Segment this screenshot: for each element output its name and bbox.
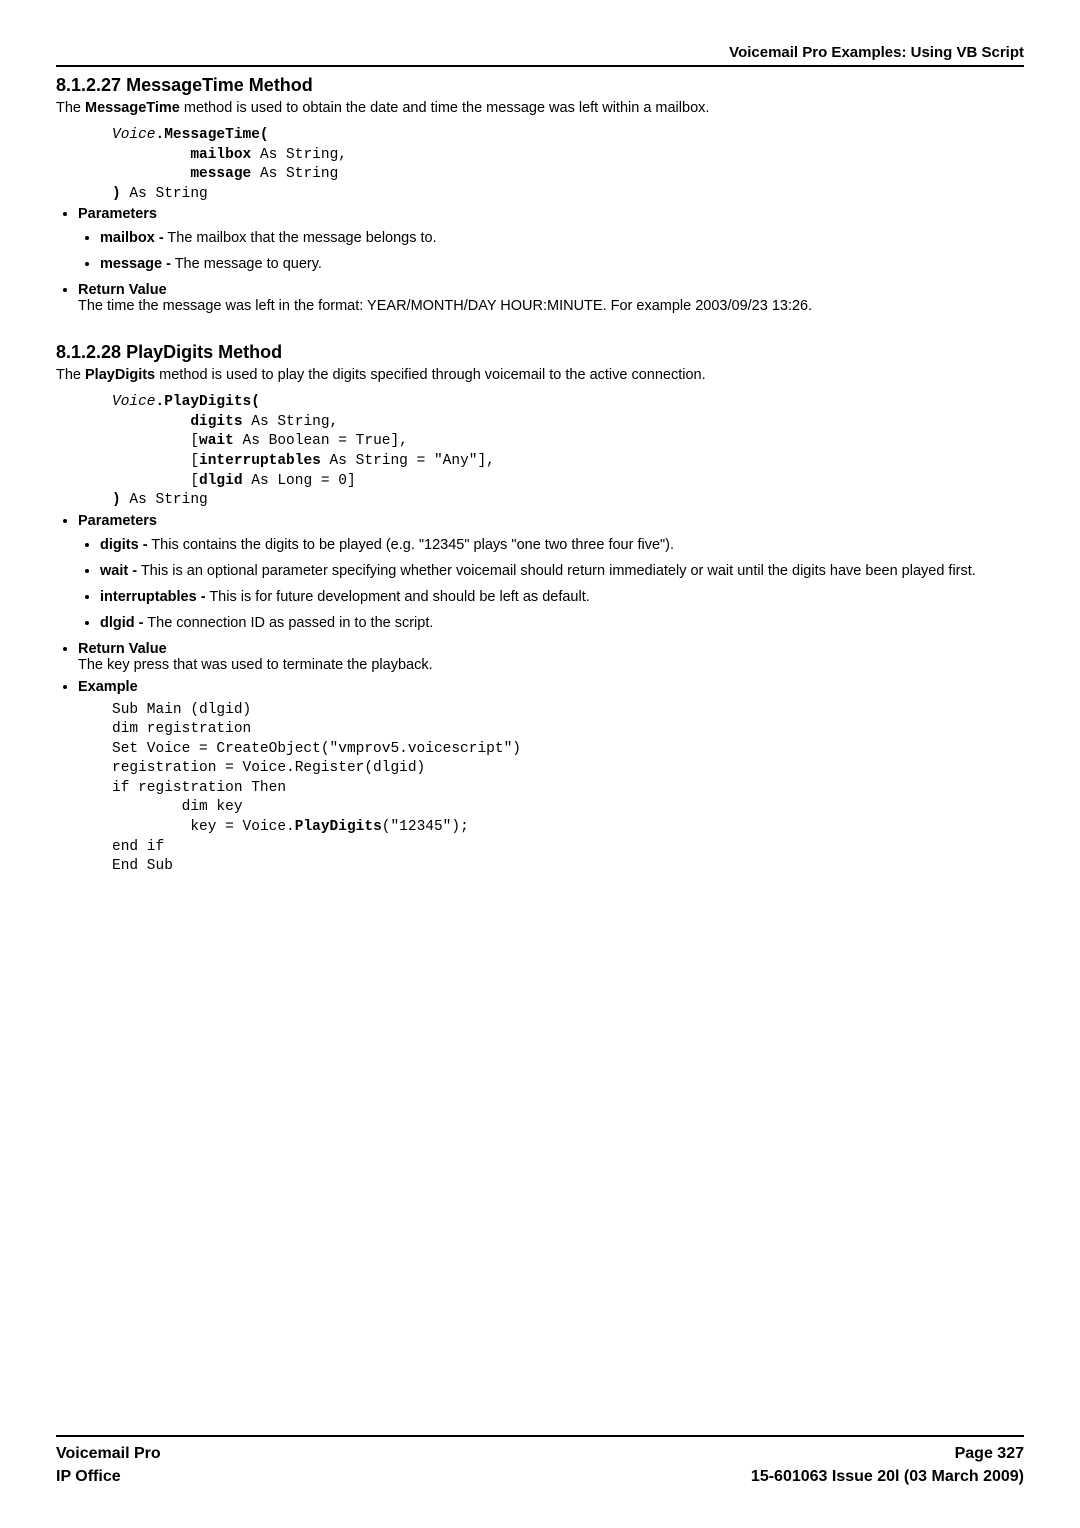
code-line: end if bbox=[112, 839, 164, 855]
code-bold: mailbox bbox=[190, 147, 251, 163]
top-rule bbox=[56, 65, 1024, 67]
param-interruptables: interruptables - This is for future deve… bbox=[100, 589, 1024, 605]
section-title-messagetime: 8.1.2.27 MessageTime Method bbox=[56, 75, 1024, 96]
code-line: registration = Voice.Register(dlgid) bbox=[112, 760, 425, 776]
return-text: The time the message was left in the for… bbox=[78, 298, 812, 314]
code-messagetime: Voice.MessageTime( mailbox As String, me… bbox=[112, 126, 1024, 204]
code-text: [ bbox=[190, 433, 199, 449]
code-text: As String bbox=[121, 492, 208, 508]
code-text: key = Voice. bbox=[182, 819, 295, 835]
bottom-rule bbox=[56, 1435, 1024, 1437]
running-head: Voicemail Pro Examples: Using VB Script bbox=[56, 44, 1024, 61]
param-desc: This contains the digits to be played (e… bbox=[148, 537, 675, 553]
code-text: As String, bbox=[243, 414, 339, 430]
label: Parameters bbox=[78, 513, 157, 529]
param-message: message - The message to query. bbox=[100, 256, 1024, 272]
code-text: As String = "Any"], bbox=[321, 453, 495, 469]
text: The bbox=[56, 100, 85, 116]
code-bold: dlgid bbox=[199, 473, 243, 489]
text: The bbox=[56, 367, 85, 383]
page-footer: Voicemail Pro Page 327 IP Office 15-6010… bbox=[56, 1435, 1024, 1488]
code-bold: ) bbox=[112, 492, 121, 508]
section-title-playdigits: 8.1.2.28 PlayDigits Method bbox=[56, 342, 1024, 363]
code-example: Sub Main (dlgid) dim registration Set Vo… bbox=[112, 701, 1024, 877]
text: method is used to play the digits specif… bbox=[155, 367, 706, 383]
return-value-heading: Return Value The key press that was used… bbox=[78, 641, 1024, 673]
param-mailbox: mailbox - The mailbox that the message b… bbox=[100, 230, 1024, 246]
footer-left-1: Voicemail Pro bbox=[56, 1443, 161, 1465]
parameters-heading: Parameters mailbox - The mailbox that th… bbox=[78, 206, 1024, 272]
param-name: digits - bbox=[100, 537, 148, 553]
code-bold: .PlayDigits( bbox=[156, 394, 260, 410]
section2-lead: The PlayDigits method is used to play th… bbox=[56, 367, 1024, 383]
param-dlgid: dlgid - The connection ID as passed in t… bbox=[100, 615, 1024, 631]
param-wait: wait - This is an optional parameter spe… bbox=[100, 563, 1024, 579]
param-name: interruptables - bbox=[100, 589, 206, 605]
code-bold: message bbox=[190, 166, 251, 182]
return-value-heading: Return Value The time the message was le… bbox=[78, 282, 1024, 314]
param-name: mailbox - bbox=[100, 230, 164, 246]
footer-left-2: IP Office bbox=[56, 1466, 121, 1488]
section-number: 8.1.2.27 bbox=[56, 75, 121, 95]
label: Return Value bbox=[78, 282, 167, 298]
code-line: if registration Then bbox=[112, 780, 286, 796]
code-text: ("12345"); bbox=[382, 819, 469, 835]
code-bold: digits bbox=[190, 414, 242, 430]
label: Parameters bbox=[78, 206, 157, 222]
method-name: MessageTime bbox=[85, 100, 180, 116]
code-var: Voice bbox=[112, 394, 156, 410]
param-name: message - bbox=[100, 256, 171, 272]
param-desc: The mailbox that the message belongs to. bbox=[164, 230, 437, 246]
code-bold: .MessageTime( bbox=[156, 127, 269, 143]
param-desc: The connection ID as passed in to the sc… bbox=[144, 615, 434, 631]
section1-lead: The MessageTime method is used to obtain… bbox=[56, 100, 1024, 116]
footer-right-2: 15-601063 Issue 20l (03 March 2009) bbox=[751, 1466, 1024, 1488]
code-line: Sub Main (dlgid) bbox=[112, 702, 251, 718]
label: Example bbox=[78, 679, 138, 695]
code-line: Set Voice = CreateObject("vmprov5.voices… bbox=[112, 741, 521, 757]
section-name: PlayDigits Method bbox=[126, 342, 282, 362]
param-desc: This is an optional parameter specifying… bbox=[137, 563, 976, 579]
code-line: dim key bbox=[182, 799, 243, 815]
label: Return Value bbox=[78, 641, 167, 657]
code-text: [ bbox=[190, 473, 199, 489]
section-name: MessageTime Method bbox=[126, 75, 313, 95]
code-var: Voice bbox=[112, 127, 156, 143]
param-name: dlgid - bbox=[100, 615, 144, 631]
text: method is used to obtain the date and ti… bbox=[180, 100, 710, 116]
code-text: As Boolean = True], bbox=[234, 433, 408, 449]
param-digits: digits - This contains the digits to be … bbox=[100, 537, 1024, 553]
code-text: [ bbox=[190, 453, 199, 469]
code-bold: ) bbox=[112, 186, 121, 202]
param-name: wait - bbox=[100, 563, 137, 579]
method-name: PlayDigits bbox=[85, 367, 155, 383]
code-playdigits: Voice.PlayDigits( digits As String, [wai… bbox=[112, 393, 1024, 510]
parameters-heading: Parameters digits - This contains the di… bbox=[78, 513, 1024, 631]
code-text: As Long = 0] bbox=[243, 473, 356, 489]
code-bold: wait bbox=[199, 433, 234, 449]
code-bold: interruptables bbox=[199, 453, 321, 469]
code-text: As String bbox=[251, 166, 338, 182]
code-text: As String bbox=[121, 186, 208, 202]
code-line: dim registration bbox=[112, 721, 251, 737]
section-number: 8.1.2.28 bbox=[56, 342, 121, 362]
code-text: As String, bbox=[251, 147, 347, 163]
return-text: The key press that was used to terminate… bbox=[78, 657, 433, 673]
code-bold: PlayDigits bbox=[295, 819, 382, 835]
example-heading: Example bbox=[78, 679, 1024, 695]
param-desc: This is for future development and shoul… bbox=[206, 589, 590, 605]
code-line: End Sub bbox=[112, 858, 173, 874]
param-desc: The message to query. bbox=[171, 256, 322, 272]
footer-right-1: Page 327 bbox=[955, 1443, 1024, 1465]
